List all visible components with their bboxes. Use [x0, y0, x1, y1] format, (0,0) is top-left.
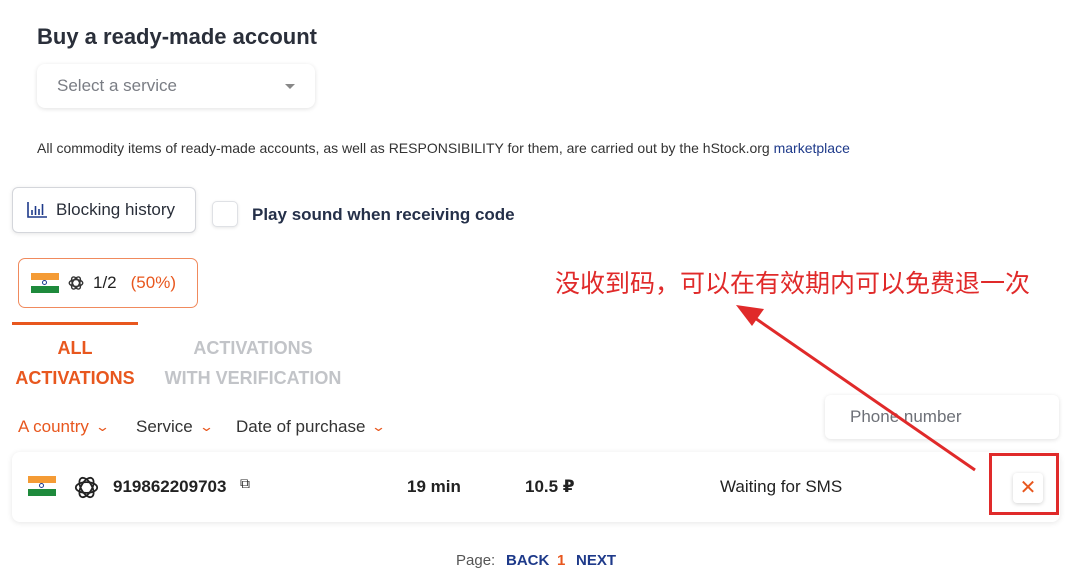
pagination-next-link[interactable]: NEXT	[576, 552, 616, 569]
pagination-current-page: 1	[557, 552, 566, 569]
annotation-arrow	[736, 305, 976, 472]
pagination-back-link[interactable]: BACK	[506, 552, 549, 569]
pagination-label: Page:	[456, 552, 496, 569]
